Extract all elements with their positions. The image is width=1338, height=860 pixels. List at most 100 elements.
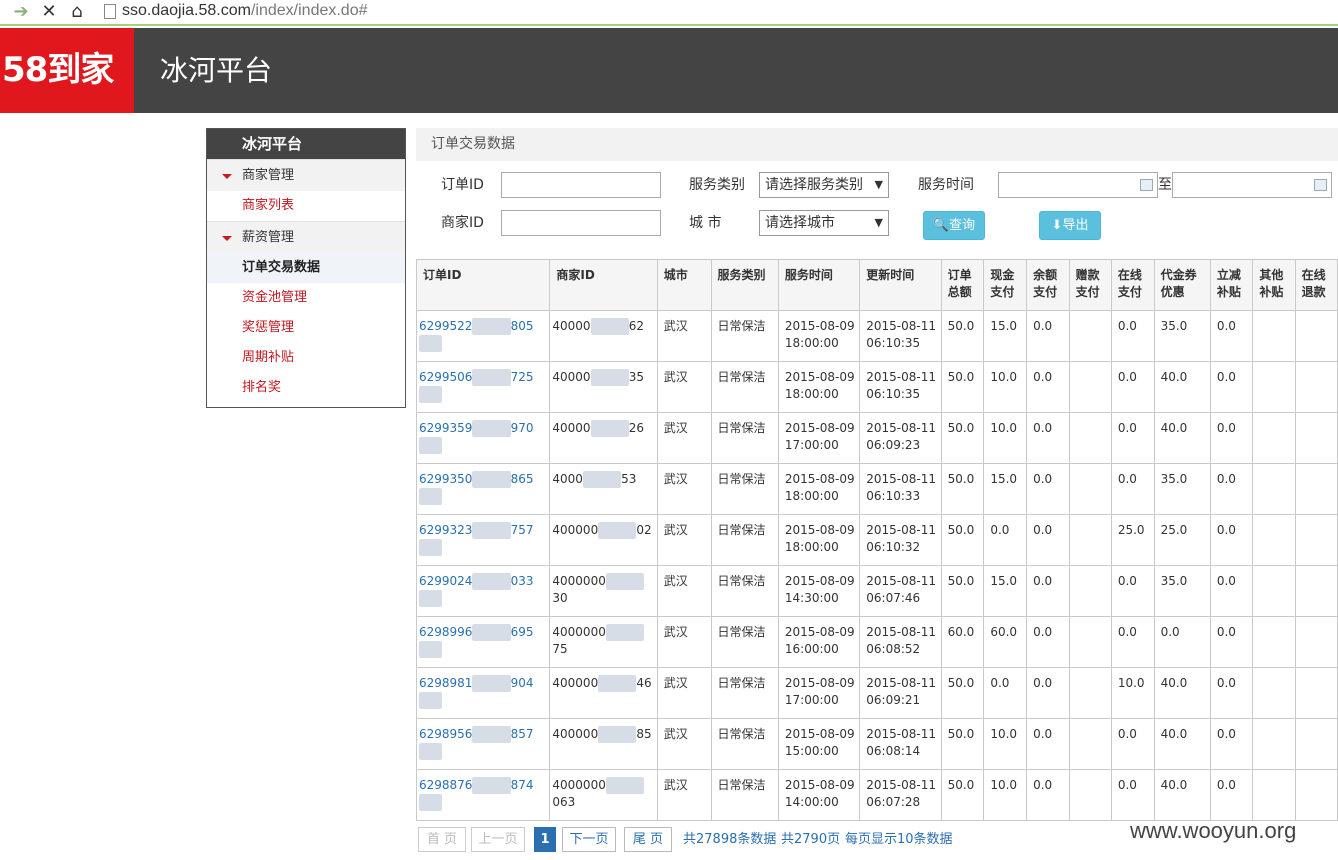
refund-cell [1294,463,1338,515]
next-page-button[interactable]: 下一页 [562,827,616,852]
gift-cell [1068,310,1112,362]
table-row[interactable]: 629950600000725000400000000035武汉日常保洁2015… [415,361,1338,413]
query-button[interactable]: 🔍查询 [923,211,985,240]
discount-cell: 0.0 [1209,514,1254,566]
browser-toolbar: ➔ ✕ ⌂ sso.daojia.58.com/index/index.do# [0,0,1338,26]
total-cell: 50.0 [940,310,985,362]
date: 2015-08-11 [866,676,936,690]
stop-icon[interactable]: ✕ [38,2,60,22]
table-row[interactable]: 6298981000009040004000000000046武汉日常保洁201… [415,667,1338,719]
merchant-id-suffix: 02 [636,523,652,537]
current-page[interactable]: 1 [534,827,556,852]
home-icon[interactable]: ⌂ [66,2,88,22]
merchant-id-prefix: 4000000 [552,625,606,639]
sidebar-group-salary[interactable]: 薪资管理 [207,221,405,253]
masked-region: 00000 [590,420,629,437]
service-time-label: 服务时间 [918,177,974,193]
table-row[interactable]: 62989960000069500040000000000075武汉日常保洁20… [415,616,1338,668]
order-id-cell[interactable]: 629902400000033 000 [415,565,551,617]
address-bar[interactable]: sso.daojia.58.com/index/index.do# [122,1,368,21]
prev-page-button[interactable]: 上一页 [471,827,525,852]
order-id-cell[interactable]: 629895600000857 000 [415,718,551,770]
sidebar-item-ranking-award[interactable]: 排名奖 [207,373,405,403]
merchant-id-prefix: 4000 [552,472,583,486]
first-page-button[interactable]: 首 页 [418,827,466,852]
service-type-select[interactable]: 请选择服务类别 ▼ [759,172,889,198]
order-id-cell[interactable]: 629932300000757 000 [415,514,551,566]
balance-cell: 0.0 [1026,514,1070,566]
order-id-cell[interactable]: 629950600000725 000 [415,361,551,413]
sidebar-group-merchant[interactable]: 商家管理 [207,159,405,191]
date: 2015-08-09 [784,778,855,792]
merchant-id-suffix: 75 [552,642,568,656]
table-row[interactable]: 62990240000003300040000000000030武汉日常保洁20… [415,565,1338,617]
refund-cell [1294,667,1338,719]
sidebar-item-rewards-penalties[interactable]: 奖惩管理 [207,313,405,343]
city-select[interactable]: 请选择城市 ▼ [759,210,889,236]
sidebar-item-fund-pool[interactable]: 资金池管理 [207,283,405,313]
table-row[interactable]: 6298956000008570004000000000085武汉日常保洁201… [415,718,1338,770]
calendar-icon[interactable] [1140,179,1153,191]
cash-cell: 15.0 [983,463,1028,515]
masked-region: 00000 [598,522,637,539]
merchant-id-suffix: 35 [628,370,645,384]
balance-cell: 0.0 [1026,667,1070,719]
gift-cell [1068,514,1112,566]
masked-region: 000 [419,437,442,454]
stime-cell: 2015-08-09 18:00:00 [777,310,861,362]
order-id-prefix: 6298981 [419,676,473,690]
discount-cell: 0.0 [1209,616,1254,668]
total-pages: 共2790页 [781,832,841,847]
order-id-cell[interactable]: 629935900000970 000 [415,412,551,464]
last-page-button[interactable]: 尾 页 [624,827,672,852]
sidebar-item-merchant-list[interactable]: 商家列表 [207,191,405,221]
order-id-cell[interactable]: 629952200000805 000 [415,310,551,362]
service-time-end-input[interactable] [1172,172,1332,198]
sidebar-item-order-data[interactable]: 订单交易数据 [207,253,405,283]
order-id-cell[interactable]: 629887600000874 000 [415,769,551,821]
merchant-id-prefix: 40000 [552,370,591,384]
calendar-icon[interactable] [1314,179,1327,191]
city-cell: 武汉 [656,361,712,413]
other-cell [1252,412,1296,464]
order-id-cell[interactable]: 629899600000695 000 [415,616,551,668]
order-id-suffix: 757 [510,523,534,537]
date: 2015-08-09 [784,523,855,537]
refund-cell [1294,310,1338,362]
gift-cell [1068,463,1112,515]
service-time-start-input[interactable] [998,172,1158,198]
cash-cell: 0.0 [983,514,1028,566]
date: 2015-08-11 [866,472,936,486]
merchant-id-input[interactable] [501,210,661,236]
order-id-cell[interactable]: 629898100000904 000 [415,667,551,719]
cash-cell: 15.0 [983,565,1028,617]
brand-logo[interactable]: 58到家 [0,28,134,113]
order-id-cell[interactable]: 629935000000865 000 [415,463,551,515]
merchant-id-suffix: 46 [636,676,652,690]
date: 2015-08-09 [784,421,855,435]
url-path: /index/index.do# [250,2,368,19]
utime-cell: 2015-08-11 06:08:52 [859,616,942,668]
type-cell: 日常保洁 [710,667,779,719]
stime-cell: 2015-08-09 18:00:00 [777,361,861,413]
export-button[interactable]: ⬇导出 [1039,211,1101,240]
forward-arrow-icon[interactable]: ➔ [10,2,32,22]
table-row[interactable]: 629887600000874000400000000000063武汉日常保洁2… [415,769,1338,821]
other-cell [1252,718,1296,770]
other-cell [1252,769,1296,821]
table-row[interactable]: 6299323000007570004000000000002武汉日常保洁201… [415,514,1338,566]
merchant-id-cell: 400000000000 30 [549,565,658,617]
utime-cell: 2015-08-11 06:10:35 [859,310,942,362]
masked-region: 00000 [590,318,629,335]
table-row[interactable]: 629952200000805000400000000062武汉日常保洁2015… [415,310,1338,362]
type-cell: 日常保洁 [710,718,779,770]
order-id-input[interactable] [501,172,661,198]
sidebar-item-periodic-subsidy[interactable]: 周期补贴 [207,343,405,373]
total-cell: 50.0 [940,565,985,617]
coupon-cell: 40.0 [1153,718,1211,770]
table-row[interactable]: 629935900000970000400000000026武汉日常保洁2015… [415,412,1338,464]
online-cell: 0.0 [1110,718,1155,770]
table-row[interactable]: 62993500000086500040000000053武汉日常保洁2015-… [415,463,1338,515]
time: 06:07:46 [866,591,921,605]
other-cell [1252,361,1296,413]
